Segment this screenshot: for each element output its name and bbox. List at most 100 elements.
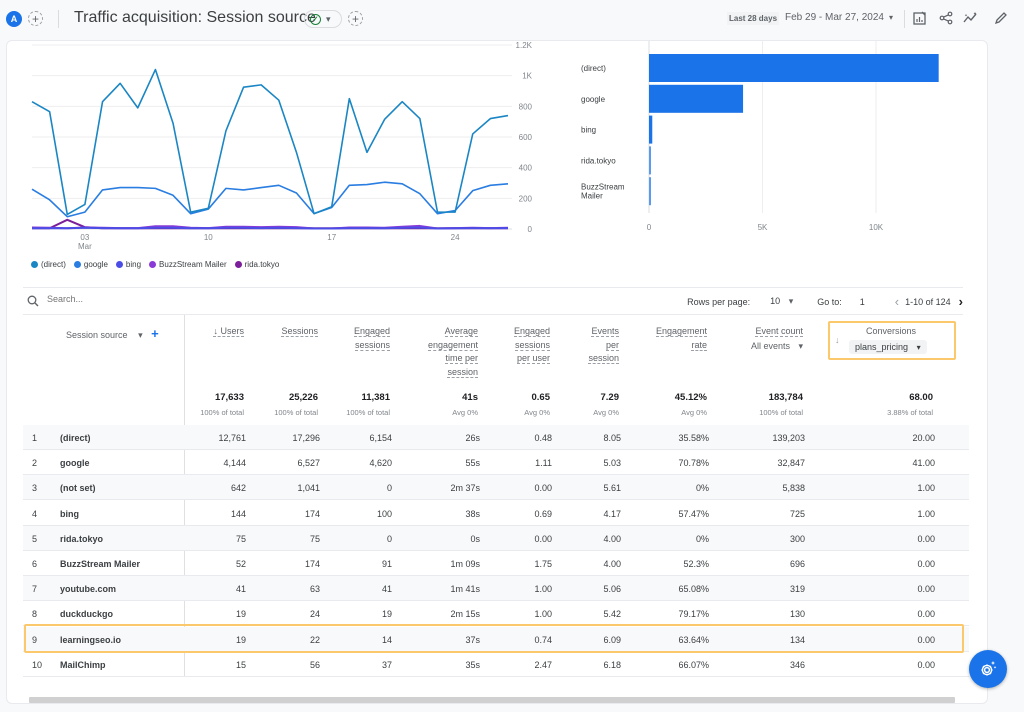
legend-item[interactable]: google [73,260,108,269]
table-row[interactable]: 7 youtube.com 41 63 41 1m 41s 1.00 5.06 65.08% 31… [23,576,969,602]
cell-value: 14 [381,634,392,645]
row-source[interactable]: BuzzStream Mailer [60,559,140,569]
table-row[interactable]: 1 (direct) 12,761 17,296 6,154 26s 0.48 8.05 35.… [23,425,969,450]
customize-report-icon[interactable] [911,9,929,27]
legend-dot-icon [115,261,123,268]
add-dimension-button[interactable]: + [151,326,159,341]
cell-value: 0.00 [917,584,935,595]
row-source[interactable]: (not set) [60,483,96,493]
column-total: 7.29 [600,392,620,403]
x-tick-label: 10K [869,223,884,232]
cell-value: 174 [304,508,320,519]
column-header[interactable]: Average engagement time per session [427,325,478,379]
cell-value: 32,847 [777,458,805,469]
bar[interactable] [649,84,744,113]
cell-value: 65.08% [678,584,709,595]
cell-value: 4.17 [603,508,621,519]
column-header[interactable]: Event count All events ▾ [751,325,803,353]
column-header[interactable]: Events per session [588,325,619,366]
legend-item[interactable]: bing [115,260,141,269]
row-source[interactable]: rida.tokyo [60,534,103,544]
cell-value: 37s [465,634,480,645]
conversions-header[interactable]: Conversions [866,326,916,336]
row-source[interactable]: MailChimp [60,660,106,670]
date-preset-label[interactable]: Last 28 days [727,12,780,25]
table-row[interactable]: 9 learningseo.io 19 22 14 37s 0.74 6.09 63.64% 13… [23,626,969,652]
table-row[interactable]: 8 duckduckgo 19 24 19 2m 15s 1.00 5.42 79.17% 130… [23,601,969,627]
cell-value: 41 [381,584,392,595]
rows-per-page-select[interactable]: 10 ▾ [770,296,793,307]
row-source[interactable]: bing [60,509,79,519]
conversion-event-select[interactable]: plans_pricing ▾ [849,340,927,354]
bar[interactable] [649,177,651,206]
table-row[interactable]: 10 MailChimp 15 56 37 35s 2.47 6.18 66.07% 346 0.0… [23,652,969,677]
column-total-sub: 100% of total [346,408,390,417]
legend-item[interactable]: rida.tokyo [234,260,280,269]
edit-icon[interactable] [992,9,1010,27]
y-tick-label: 0 [528,225,533,234]
add-button[interactable]: + [348,11,363,26]
column-header[interactable]: ↓ Users [213,325,244,339]
cell-value: 35s [465,659,480,670]
bar[interactable] [649,146,651,175]
column-header[interactable]: Engagement rate [655,325,707,352]
insights-fab-button[interactable] [969,650,1007,688]
row-index: 2 [32,458,38,469]
column-total: 25,226 [288,392,318,403]
column-header[interactable]: Engaged sessions per user [513,325,550,366]
column-total: 11,381 [361,392,390,403]
row-source[interactable]: youtube.com [60,584,116,594]
column-header[interactable]: Engaged sessions [353,325,390,352]
x-tick-label: 17 [327,233,336,242]
prev-page-button[interactable]: ‹ [895,294,899,309]
cell-value: 24 [309,609,320,620]
event-count-select[interactable]: All events ▾ [751,340,803,354]
next-page-button[interactable]: › [959,294,963,309]
date-caret-icon[interactable]: ▾ [889,13,893,22]
cell-value: 20.00 [912,433,935,443]
cell-value: 5.06 [603,584,621,595]
legend-item[interactable]: BuzzStream Mailer [149,260,227,269]
cell-value: 0.48 [534,433,552,443]
caret-down-icon: ▾ [138,330,143,340]
table-row[interactable]: 3 (not set) 642 1,041 0 2m 37s 0.00 5.61 0% 5,838… [23,475,969,501]
series-line-direct[interactable] [31,68,509,216]
row-source[interactable]: google [60,458,90,468]
cell-value: 15 [235,659,246,670]
table-row[interactable]: 4 bing 144 174 100 38s 0.69 4.17 57.47% 725 1.00 [23,501,969,526]
bar[interactable] [649,54,939,82]
row-source[interactable]: duckduckgo [60,609,113,619]
rows-per-page-value: 10 [770,296,781,306]
add-comparison-button[interactable]: + [28,11,43,26]
legend-label: rida.tokyo [244,260,280,269]
table-row[interactable]: 2 google 4,144 6,527 4,620 55s 1.11 5.03 70.78% 3… [23,450,969,476]
horizontal-scrollbar[interactable] [29,697,955,703]
row-source[interactable]: learningseo.io [60,635,121,645]
bar[interactable] [649,115,653,144]
date-range[interactable]: Feb 29 - Mar 27, 2024 [785,12,884,23]
series-line-bing[interactable] [32,226,509,230]
share-icon[interactable] [937,9,955,27]
dimension-header[interactable]: Session source ▾ + [66,327,159,343]
row-source[interactable]: (direct) [60,433,91,443]
cell-value: 0.74 [534,634,552,645]
column-header[interactable]: Sessions [281,325,318,339]
cell-value: 63.64% [678,634,709,645]
report-status-dropdown[interactable]: ✓ ▾ [304,10,342,28]
avatar[interactable]: A [6,11,22,27]
pagination: Rows per page: 10 ▾ Go to: 1 ‹ 1-10 of 1… [687,294,963,309]
row-index: 8 [32,609,38,620]
insights-icon[interactable] [962,9,980,27]
cell-value: 75 [309,533,320,544]
cell-value: 35.58% [678,433,709,443]
table-row[interactable]: 5 rida.tokyo 75 75 0 0s 0.00 4.00 0% 300 0.00 [23,525,969,551]
bar-chart: 0 5K 10K (direct) google bing rida.tokyo BuzzSt… [581,41,939,232]
table-row[interactable]: 6 BuzzStream Mailer 52 174 91 1m 09s 1.75 4.00 5… [23,551,969,576]
goto-input[interactable]: 1 [860,297,865,307]
legend-item[interactable]: (direct) [31,260,66,269]
cell-value: 1m 41s [450,584,480,595]
cell-value: 41.00 [912,458,935,469]
column-total-sub: Avg 0% [452,408,478,417]
search-input[interactable] [47,294,247,304]
top-bar: A + Traffic acquisition: Session source … [0,0,1024,40]
